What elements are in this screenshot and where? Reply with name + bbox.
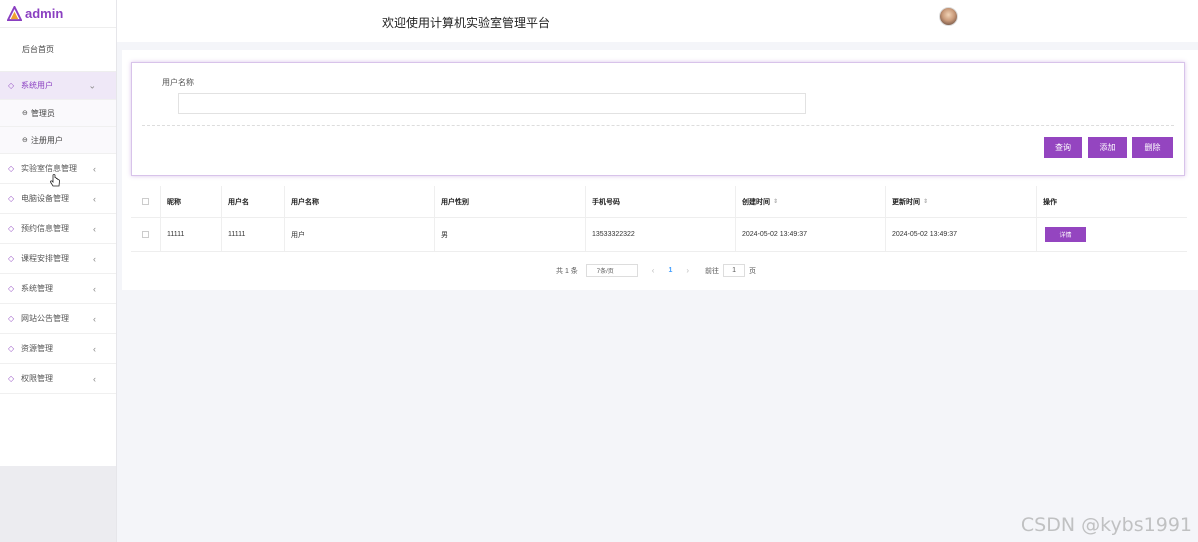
sidebar-menu: admin 后台首页 ◇ 系统用户 ⌄ ⊖ 管理员 ⊖ 注册用户 ◇ 实验室信息…	[0, 0, 116, 466]
pagination-total: 共 1 条	[556, 267, 578, 275]
table-row: 11111 11111 用户 男 13533322322 2024-05-02 …	[131, 217, 1187, 252]
header-checkbox-cell	[131, 186, 161, 217]
column-header: 用户名称	[285, 186, 435, 217]
tag-icon: ◇	[8, 254, 15, 263]
sidebar-item-resources[interactable]: ◇ 资源管理 ‹	[0, 334, 116, 364]
divider	[142, 125, 1174, 126]
sidebar-subitem-registered-users[interactable]: ⊖ 注册用户	[0, 127, 116, 154]
select-all-checkbox[interactable]	[142, 198, 149, 205]
hand-cursor-icon	[50, 174, 60, 187]
cell-user-name: 用户	[285, 218, 435, 251]
sidebar-item-label: 电脑设备管理	[21, 194, 69, 203]
add-button[interactable]: 添加	[1088, 137, 1127, 158]
tag-icon: ◇	[8, 164, 15, 173]
chevron-right-icon[interactable]: ›	[686, 266, 689, 275]
chevron-left-icon: ‹	[93, 253, 96, 264]
cell-nickname: 11111	[161, 218, 222, 251]
column-header-updated[interactable]: 更新时间 ⇕	[886, 186, 1037, 217]
logo[interactable]: admin	[0, 0, 116, 28]
jump-label: 前往	[705, 267, 720, 275]
logo-icon	[7, 6, 22, 21]
sidebar-item-label: 课程安排管理	[21, 254, 69, 263]
cell-username: 11111	[222, 218, 285, 251]
search-card: 用户名称 查询 添加 删除	[131, 62, 1185, 176]
jump-suffix: 页	[749, 267, 757, 275]
column-header: 手机号码	[586, 186, 736, 217]
circle-icon: ⊖	[22, 137, 28, 144]
sidebar-item-label: 网站公告管理	[21, 314, 69, 323]
chevron-left-icon: ‹	[93, 343, 96, 354]
sidebar-item-computer-devices[interactable]: ◇ 电脑设备管理 ‹	[0, 184, 116, 214]
tag-icon: ◇	[8, 374, 15, 383]
chevron-left-icon: ‹	[93, 313, 96, 324]
username-search-input[interactable]	[178, 93, 806, 114]
top-header: 欢迎使用计算机实验室管理平台	[117, 0, 1198, 42]
column-header: 操作	[1043, 198, 1057, 206]
tag-icon: ◇	[8, 284, 15, 293]
cell-actions: 详情	[1037, 218, 1187, 251]
sidebar-item-label: 实验室信息管理	[21, 164, 77, 173]
sidebar-item-home[interactable]: 后台首页	[0, 28, 116, 72]
cell-phone: 13533322322	[586, 218, 736, 251]
sidebar-item-label: 资源管理	[21, 344, 53, 353]
row-checkbox[interactable]	[142, 231, 149, 238]
pagination: 共 1 条 7条/页 ‹ 1 › 前往 1 页	[556, 264, 756, 277]
query-button[interactable]: 查询	[1044, 137, 1082, 158]
delete-button[interactable]: 删除	[1132, 137, 1173, 158]
sidebar-item-label: 权限管理	[21, 374, 53, 383]
search-label: 用户名称	[162, 78, 194, 87]
chevron-down-icon: ⌄	[88, 80, 96, 90]
sidebar-subitem-label: 注册用户	[30, 135, 63, 145]
cell-gender: 男	[435, 218, 586, 251]
sidebar-item-label: 预约信息管理	[21, 224, 69, 233]
column-header: 昵称	[161, 186, 222, 217]
table-header-row: 昵称 用户名 用户名称 用户性别 手机号码 创建时间 ⇕ 更新时间 ⇕ 操作	[131, 186, 1187, 217]
cell-created: 2024-05-02 13:49:37	[736, 218, 886, 251]
sidebar-item-label: 系统管理	[21, 284, 53, 293]
sidebar-item-course-schedule[interactable]: ◇ 课程安排管理 ‹	[0, 244, 116, 274]
avatar[interactable]	[939, 7, 958, 26]
sort-icon[interactable]: ⇕	[773, 198, 778, 205]
sort-icon[interactable]: ⇕	[923, 198, 928, 205]
column-header-created[interactable]: 创建时间 ⇕	[736, 186, 886, 217]
chevron-left-icon: ‹	[93, 193, 96, 204]
page-title: 欢迎使用计算机实验室管理平台	[382, 16, 551, 30]
sidebar-item-system-management[interactable]: ◇ 系统管理 ‹	[0, 274, 116, 304]
circle-icon: ⊖	[22, 110, 28, 117]
chevron-left-icon: ‹	[93, 283, 96, 294]
chevron-left-icon[interactable]: ‹	[652, 266, 655, 275]
sidebar-item-announcements[interactable]: ◇ 网站公告管理 ‹	[0, 304, 116, 334]
column-header: 用户名	[222, 186, 285, 217]
users-table: 昵称 用户名 用户名称 用户性别 手机号码 创建时间 ⇕ 更新时间 ⇕ 操作 1…	[131, 186, 1187, 252]
sidebar: admin 后台首页 ◇ 系统用户 ⌄ ⊖ 管理员 ⊖ 注册用户 ◇ 实验室信息…	[0, 0, 117, 542]
page-number[interactable]: 1	[668, 267, 672, 274]
row-checkbox-cell	[131, 218, 161, 251]
sidebar-item-system-users[interactable]: ◇ 系统用户 ⌄	[0, 72, 116, 100]
tag-icon: ◇	[8, 314, 15, 323]
chevron-left-icon: ‹	[93, 223, 96, 234]
tag-icon: ◇	[8, 194, 15, 203]
chevron-left-icon: ‹	[93, 373, 96, 384]
sidebar-subitem-label: 管理员	[30, 108, 55, 118]
sidebar-item-reservations[interactable]: ◇ 预约信息管理 ‹	[0, 214, 116, 244]
column-header-label: 创建时间	[742, 198, 770, 206]
page-jump-input[interactable]: 1	[723, 264, 746, 277]
watermark: CSDN @kybs1991	[1020, 514, 1192, 536]
sidebar-item-permissions[interactable]: ◇ 权限管理 ‹	[0, 364, 116, 394]
sidebar-subitem-admin[interactable]: ⊖ 管理员	[0, 100, 116, 127]
cell-updated: 2024-05-02 13:49:37	[886, 218, 1037, 251]
chevron-left-icon: ‹	[93, 163, 96, 174]
tag-icon: ◇	[8, 224, 15, 233]
tag-icon: ◇	[8, 81, 15, 90]
column-header-label: 更新时间	[892, 198, 920, 206]
tag-icon: ◇	[8, 344, 15, 353]
sidebar-item-label: 系统用户	[21, 81, 53, 90]
page-size-select[interactable]: 7条/页	[585, 264, 638, 277]
detail-button[interactable]: 详情	[1045, 227, 1086, 242]
brand-name: admin	[25, 6, 64, 21]
column-header: 用户性别	[435, 186, 586, 217]
